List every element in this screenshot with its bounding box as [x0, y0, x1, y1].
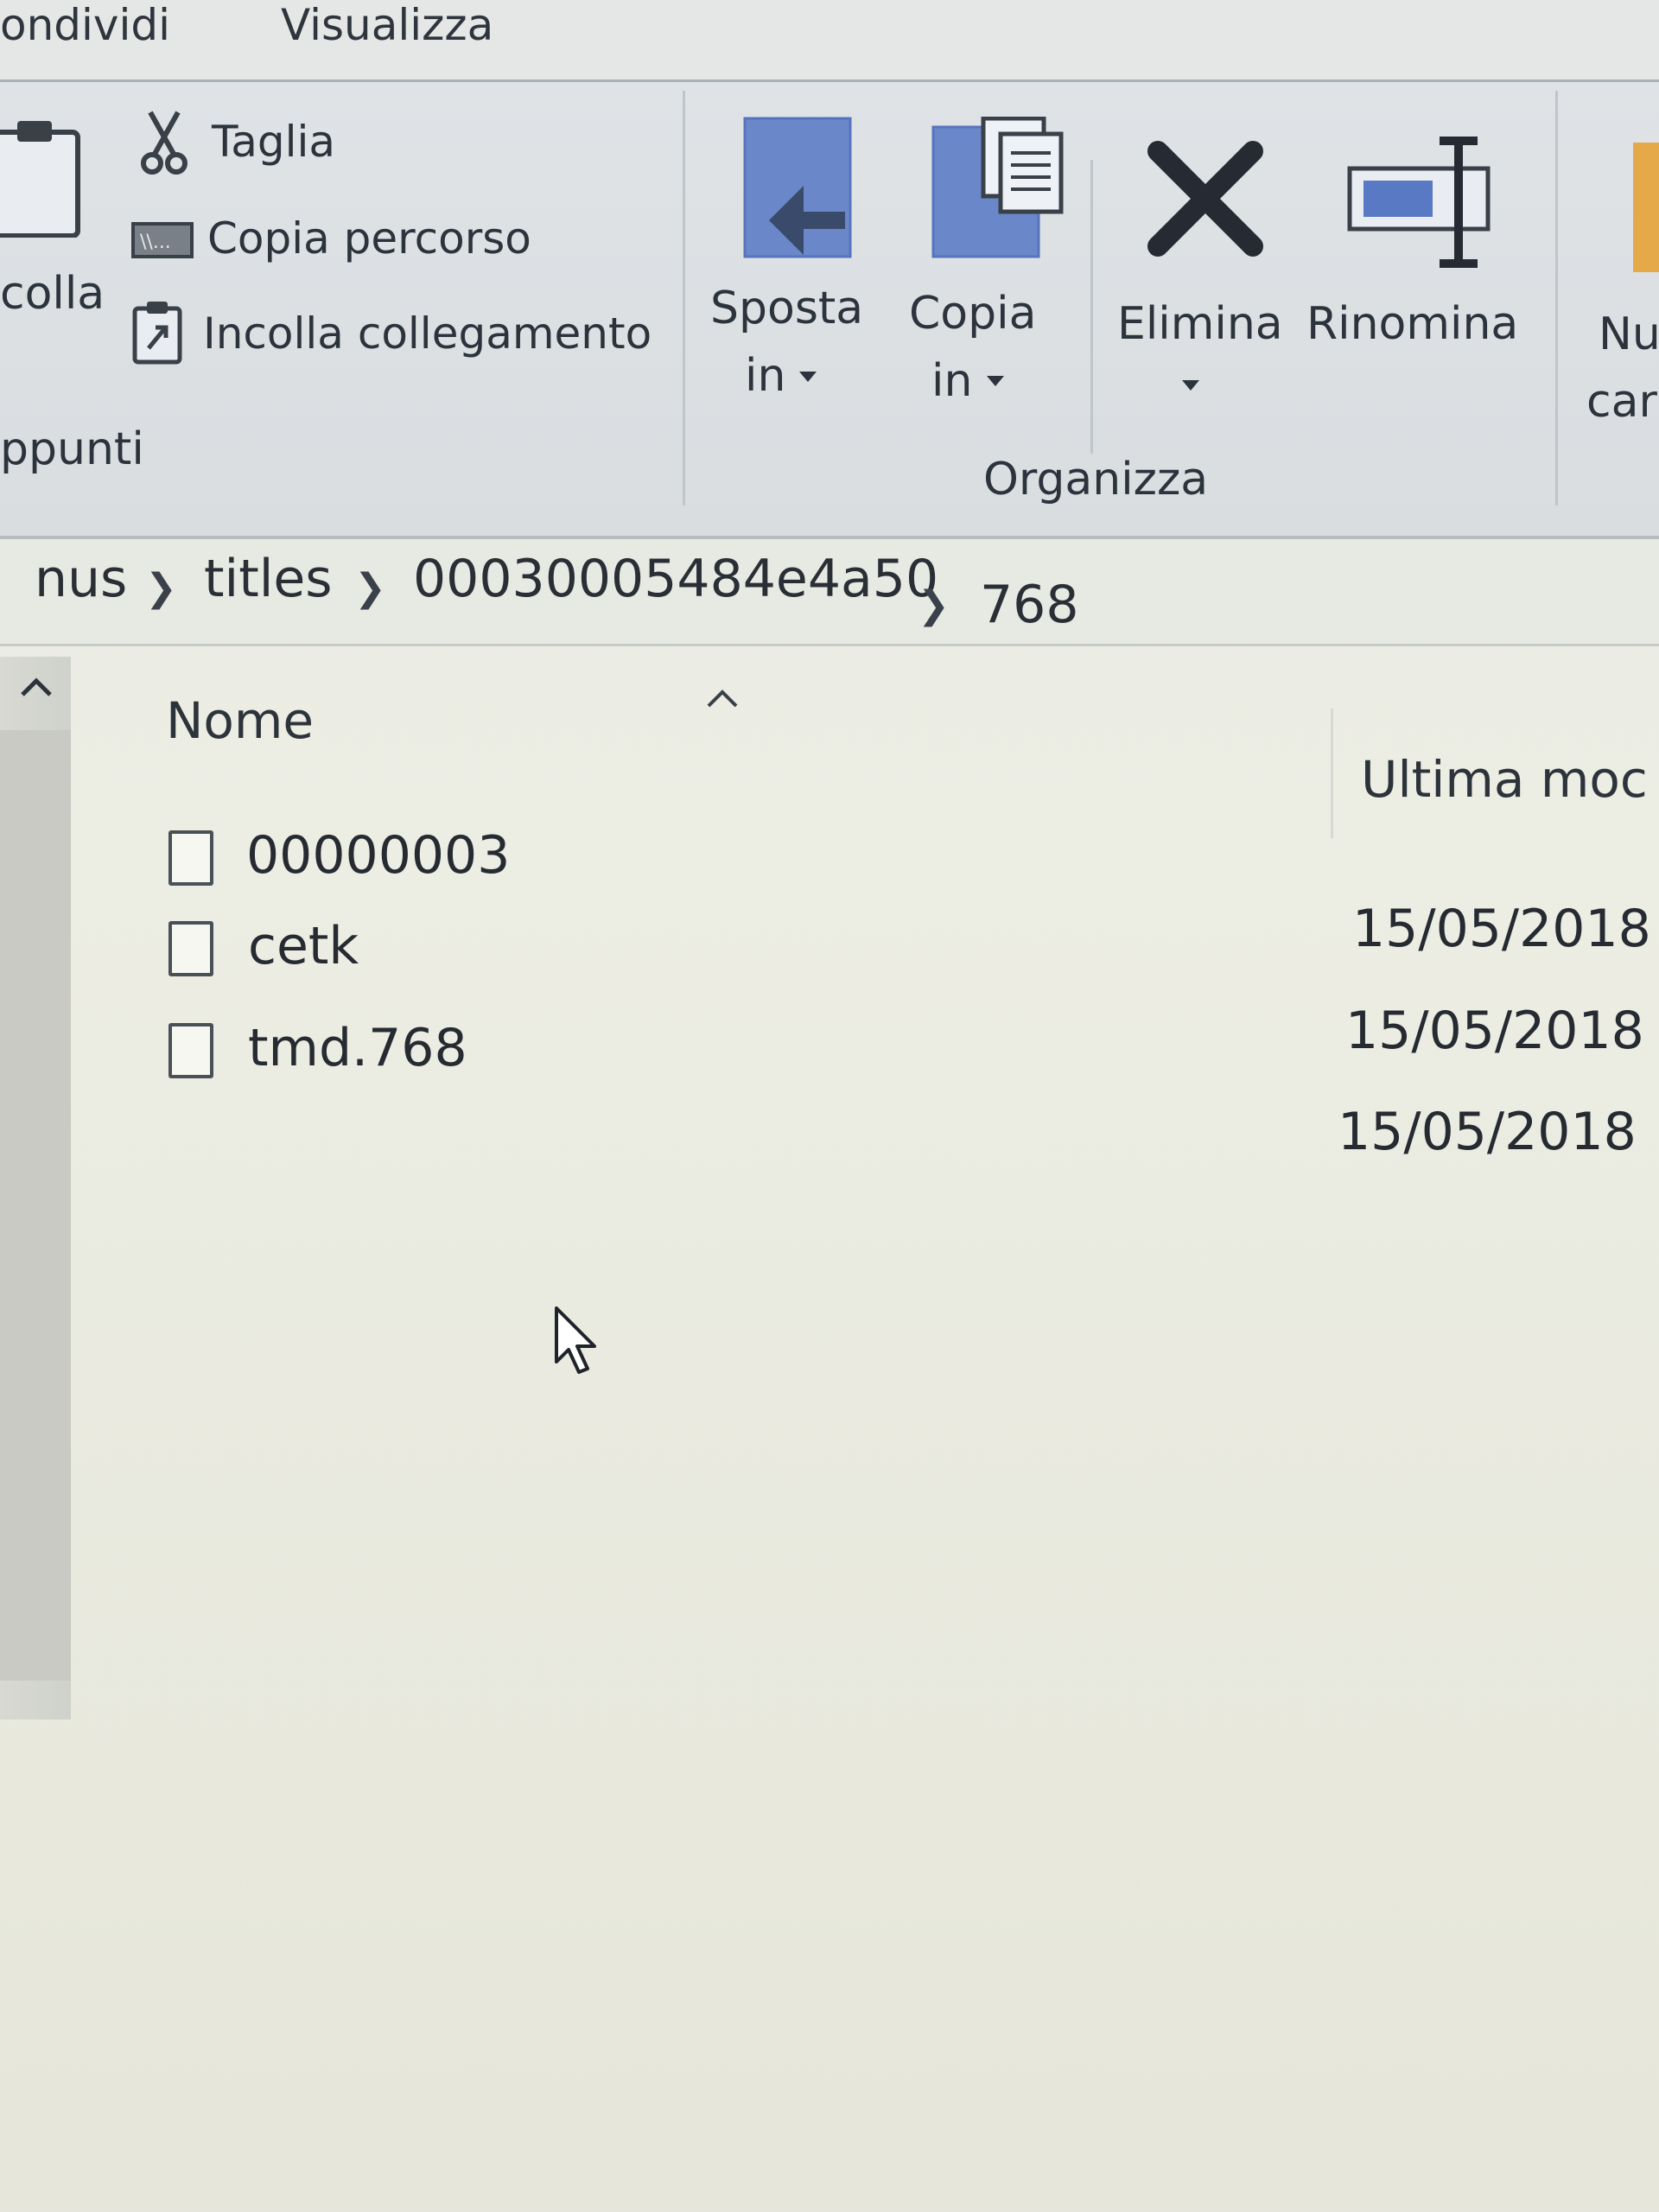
file-name[interactable]: 00000003 [246, 825, 510, 886]
ribbon-separator [1555, 91, 1558, 505]
breadcrumb[interactable]: nus ❯ titles ❯ 00030005484e4a50 ❯ 768 [0, 540, 1659, 646]
breadcrumb-item-current[interactable]: 768 [980, 575, 1079, 635]
chevron-right-icon[interactable]: ❯ [918, 583, 950, 627]
column-divider[interactable] [1331, 709, 1333, 838]
scroll-up-icon[interactable] [19, 674, 54, 700]
file-icon [168, 921, 213, 976]
paste-icon[interactable] [0, 117, 86, 241]
rename-icon[interactable] [1346, 134, 1502, 276]
file-icon [168, 830, 213, 886]
ribbon-separator [1090, 160, 1093, 454]
new-folder-icon[interactable] [1633, 143, 1659, 276]
copy-to-button[interactable]: Copia [909, 288, 1036, 340]
paste-shortcut-button[interactable]: Incolla collegamento [203, 308, 652, 359]
ribbon-tab-bar: ondividi Visualizza [0, 0, 1659, 82]
copy-to-button-line2[interactable]: in [931, 355, 972, 407]
scissors-icon[interactable] [138, 108, 190, 181]
new-folder-button[interactable]: Nu [1599, 308, 1659, 360]
copy-path-icon[interactable]: \\... [131, 220, 194, 264]
new-folder-button-line2[interactable]: car [1586, 376, 1657, 428]
vertical-scrollbar[interactable] [0, 657, 71, 1719]
move-to-icon[interactable] [743, 117, 855, 267]
ribbon-separator [683, 91, 685, 505]
file-row[interactable]: cetk [168, 916, 946, 985]
breadcrumb-item[interactable]: nus [35, 549, 127, 609]
chevron-right-icon[interactable]: ❯ [354, 566, 386, 610]
file-modified-date: 15/05/2018 [1338, 1102, 1637, 1162]
tab-visualizza[interactable]: Visualizza [281, 0, 493, 50]
scrollbar-thumb[interactable] [0, 730, 71, 1681]
svg-text:\\...: \\... [140, 232, 171, 253]
organize-group-label: Organizza [983, 454, 1209, 505]
mouse-cursor-icon [553, 1305, 605, 1381]
file-icon [168, 1023, 213, 1078]
sort-ascending-icon [707, 690, 738, 708]
move-to-button-line2[interactable]: in [745, 350, 785, 402]
chevron-right-icon[interactable]: ❯ [145, 566, 177, 610]
delete-dropdown-icon[interactable] [1182, 380, 1199, 391]
file-modified-date: 15/05/2018 [1352, 899, 1651, 959]
rename-button[interactable]: Rinomina [1306, 298, 1518, 350]
paste-button[interactable]: colla [0, 268, 105, 320]
file-name[interactable]: tmd.768 [248, 1018, 467, 1078]
delete-button[interactable]: Elimina [1117, 298, 1283, 350]
copy-to-icon[interactable] [931, 116, 1070, 267]
ribbon: colla Taglia \\... Copia percorso Incoll… [0, 82, 1659, 539]
copy-path-button[interactable]: Copia percorso [207, 213, 531, 264]
breadcrumb-item[interactable]: titles [204, 549, 333, 609]
file-row[interactable]: tmd.768 [168, 1018, 946, 1087]
file-modified-date: 15/05/2018 [1345, 1001, 1644, 1061]
move-to-dropdown-icon[interactable] [799, 372, 817, 382]
move-to-button[interactable]: Sposta [710, 283, 863, 334]
tab-condividi[interactable]: ondividi [0, 0, 170, 50]
column-header-modified[interactable]: Ultima moc [1361, 750, 1648, 809]
file-name[interactable]: cetk [248, 916, 359, 976]
breadcrumb-item[interactable]: 00030005484e4a50 [413, 549, 938, 609]
column-header-name[interactable]: Nome [166, 691, 314, 750]
paste-shortcut-icon[interactable] [131, 298, 185, 369]
delete-icon[interactable] [1141, 134, 1270, 267]
copy-to-dropdown-icon[interactable] [987, 376, 1004, 386]
clipboard-group-label: ppunti [0, 423, 144, 475]
file-row[interactable]: 00000003 [168, 825, 946, 894]
cut-button[interactable]: Taglia [212, 117, 335, 167]
